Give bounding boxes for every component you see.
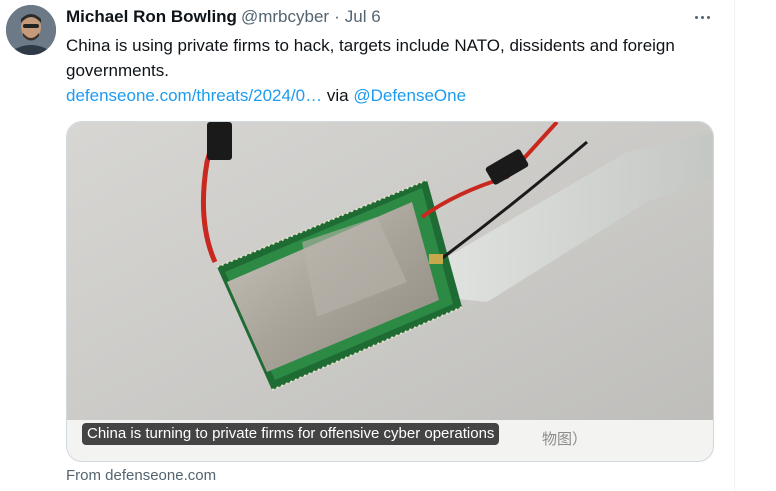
author-handle[interactable]: @mrbcyber [241, 7, 329, 27]
via-label: via [326, 86, 349, 105]
author-name[interactable]: Michael Ron Bowling [66, 7, 237, 27]
avatar[interactable] [6, 5, 56, 55]
more-button[interactable] [686, 6, 718, 28]
more-horizontal-icon [694, 15, 710, 19]
link-card[interactable]: 物图） China is turning to private firms fo… [66, 121, 714, 462]
article-link[interactable]: defenseone.com/threats/2024/0… [66, 86, 322, 105]
timeline-divider [734, 0, 735, 491]
via-handle-link[interactable]: @DefenseOne [353, 86, 466, 105]
photo-text: 物图） [542, 430, 587, 448]
card-image: 物图） [67, 122, 713, 461]
card-source[interactable]: From defenseone.com [66, 467, 216, 484]
card-caption[interactable]: China is turning to private firms for of… [82, 423, 500, 445]
avatar-image [6, 5, 56, 55]
tweet-date[interactable]: Jul 6 [345, 7, 381, 27]
header-separator: · [334, 7, 340, 26]
tweet-link-line: defenseone.com/threats/2024/0… via @Defe… [66, 83, 466, 108]
tweet-text: China is using private firms to hack, ta… [66, 36, 675, 80]
tweet-header: Michael Ron Bowling @mrbcyber · Jul 6 [66, 6, 381, 28]
